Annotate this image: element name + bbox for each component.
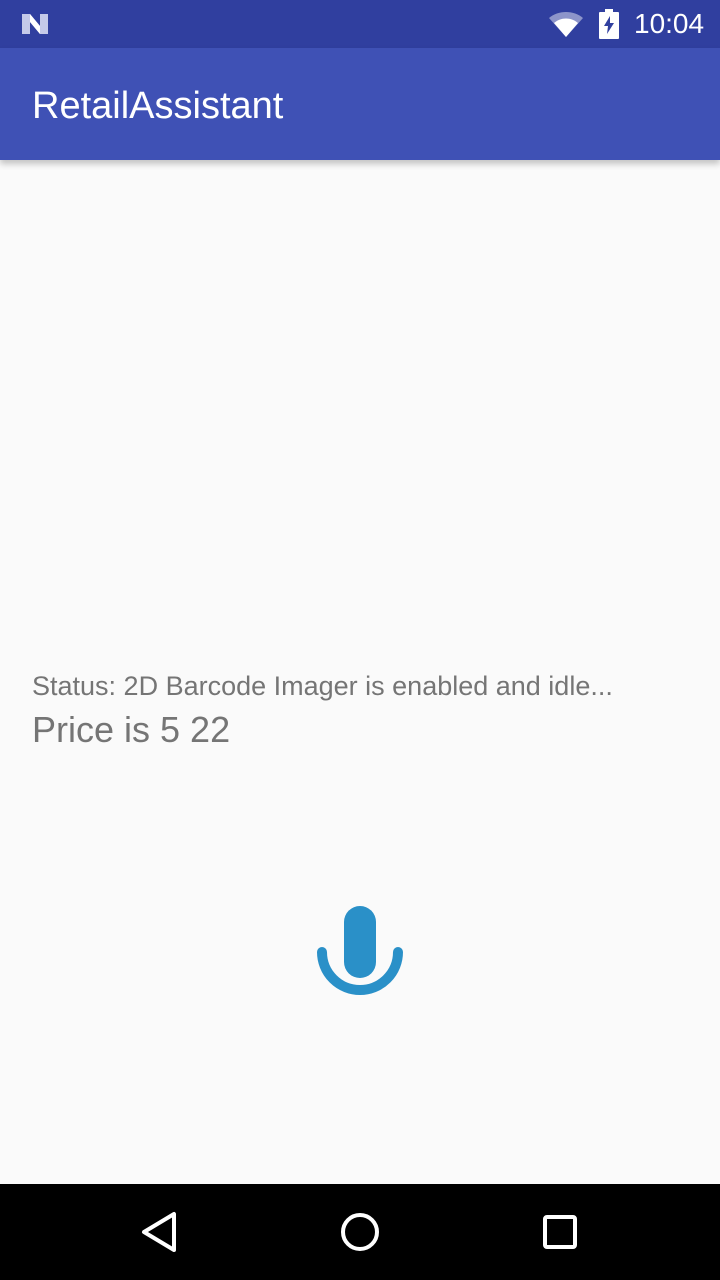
navigation-bar [0,1184,720,1280]
home-button[interactable] [336,1208,384,1256]
app-bar: RetailAssistant [0,48,720,160]
recent-apps-button[interactable] [536,1208,584,1256]
app-title: RetailAssistant [32,85,284,127]
home-icon [341,1213,379,1251]
wifi-icon [549,12,583,37]
battery-charging-icon [599,9,619,39]
recent-apps-icon [543,1215,577,1249]
price-text: Price is 5 22 [32,709,231,750]
microphone-button[interactable] [310,900,410,1004]
scanner-status-text: Status: 2D Barcode Imager is enabled and… [32,671,613,701]
n-logo-icon [22,14,48,34]
microphone-icon [317,906,403,995]
back-icon [142,1212,176,1252]
status-bar: 10:04 [0,0,720,48]
clock: 10:04 [634,8,705,39]
back-button[interactable] [136,1208,184,1256]
